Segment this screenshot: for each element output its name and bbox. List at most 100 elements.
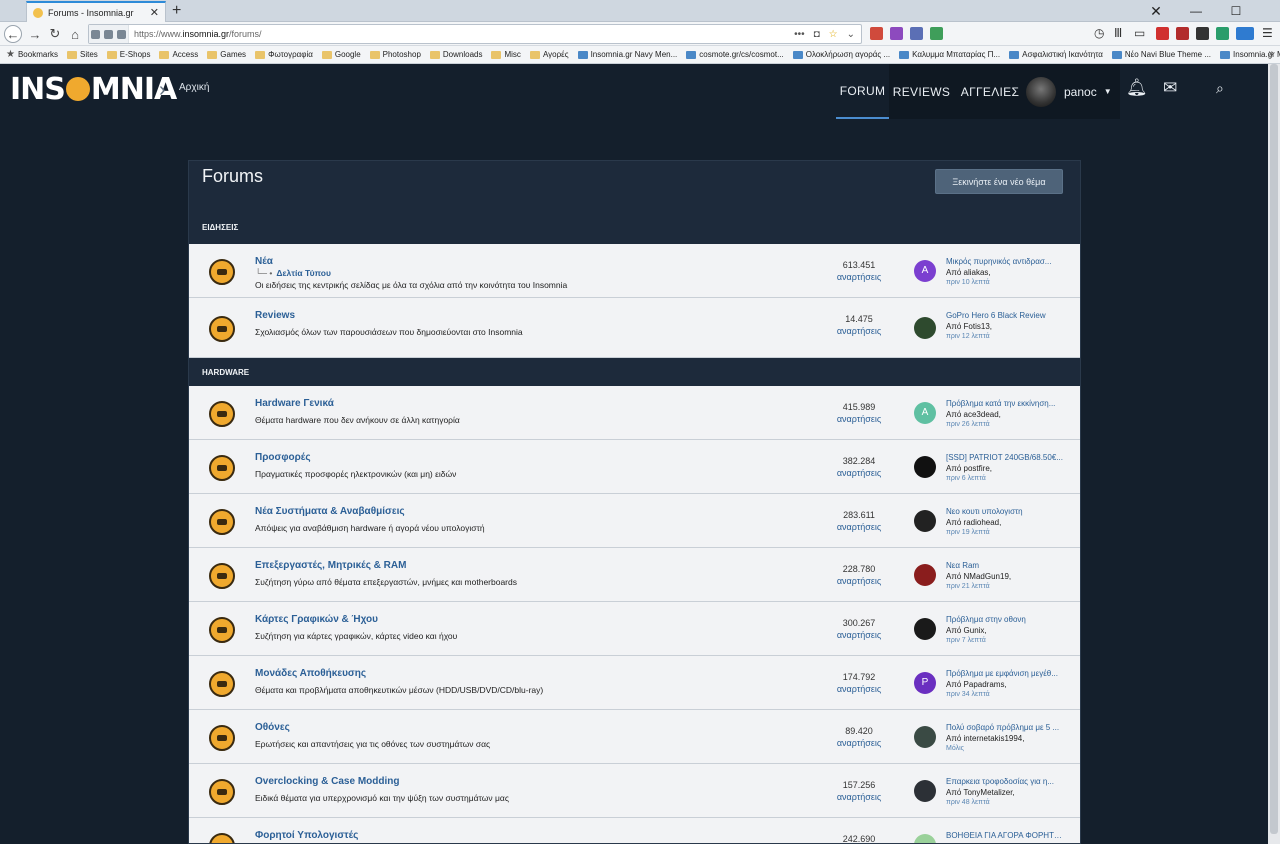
- history-icon[interactable]: ◷: [1094, 26, 1104, 40]
- avatar[interactable]: [914, 617, 936, 640]
- maximize-icon[interactable]: ☐: [1216, 0, 1256, 22]
- forum-title[interactable]: Κάρτες Γραφικών & Ήχου: [255, 614, 378, 625]
- page-actions-icon[interactable]: •••: [794, 29, 805, 40]
- latest-thread-link[interactable]: Νεο κουτι υπολογιστη: [946, 507, 1066, 516]
- nav-forum[interactable]: FORUM: [836, 64, 889, 119]
- avatar[interactable]: [914, 563, 936, 586]
- bookmark-item[interactable]: Αγορές: [529, 50, 569, 59]
- forum-title[interactable]: Μονάδες Αποθήκευσης: [255, 668, 366, 679]
- forward-button[interactable]: →: [26, 25, 44, 43]
- pocket-icon[interactable]: ◘: [814, 29, 820, 40]
- extension-icon[interactable]: [870, 27, 883, 40]
- forum-row[interactable]: Νέα Συστήματα & Αναβαθμίσεις Απόψεις για …: [189, 494, 1080, 548]
- extension-icon[interactable]: [890, 27, 903, 40]
- latest-thread-link[interactable]: Πρόβλημα με εμφάνιση μεγέθ...: [946, 669, 1066, 678]
- forum-title[interactable]: Νέα Συστήματα & Αναβαθμίσεις: [255, 506, 405, 517]
- forum-title[interactable]: Φορητοί Υπολογιστές: [255, 830, 358, 841]
- bookmark-item[interactable]: Sites: [66, 50, 98, 59]
- new-thread-button[interactable]: Ξεκινήστε ένα νέο θέμα: [935, 169, 1063, 194]
- latest-author[interactable]: Από NMadGun19,: [946, 572, 1011, 581]
- forum-row[interactable]: Νέα └─ • Δελτία Τύπου Οι ειδήσεις της κεντρ…: [189, 244, 1080, 298]
- latest-thread-link[interactable]: ΒΟΗΘΕΙΑ ΓΙΑ ΑΓΟΡΑ ΦΟΡΗΤΟΥ ...: [946, 831, 1066, 840]
- bookmark-item[interactable]: Google: [321, 50, 361, 59]
- dropdown-arrow-icon[interactable]: ⌄: [847, 29, 855, 40]
- sidebar-icon[interactable]: ▭: [1134, 26, 1145, 40]
- category-header[interactable]: ΕΙΔΗΣΕΙΣ: [189, 213, 1080, 241]
- forum-title[interactable]: Hardware Γενικά: [255, 398, 334, 409]
- forum-title[interactable]: Επεξεργαστές, Μητρικές & RAM: [255, 560, 406, 571]
- reload-button[interactable]: ↻: [46, 25, 64, 43]
- forum-title[interactable]: Οθόνες: [255, 722, 290, 733]
- bookmark-item[interactable]: Games: [207, 50, 246, 59]
- search-icon[interactable]: ⌕: [1216, 80, 1224, 97]
- avatar[interactable]: [914, 725, 936, 748]
- forum-title[interactable]: Reviews: [255, 310, 295, 321]
- bookmark-item[interactable]: Νέο Navi Blue Theme ...: [1111, 50, 1211, 59]
- bookmark-item[interactable]: Insomnia.gr Navy Men...: [577, 50, 677, 59]
- avatar[interactable]: [914, 455, 936, 478]
- bookmark-item[interactable]: Photoshop: [369, 50, 421, 59]
- address-bar[interactable]: https://www.insomnia.gr/forums/ ••• ◘ ☆ …: [88, 24, 862, 44]
- browser-tab[interactable]: Forums - Insomnia.gr ✕: [26, 1, 166, 22]
- latest-author[interactable]: Από radiohead,: [946, 518, 1001, 527]
- extension-icon[interactable]: [930, 27, 943, 40]
- extension-icon[interactable]: [1156, 27, 1169, 40]
- bookmark-item[interactable]: Φωτογραφία: [255, 50, 313, 59]
- avatar[interactable]: [914, 509, 936, 532]
- avatar[interactable]: A: [914, 259, 936, 282]
- bookmark-item[interactable]: E-Shops: [106, 50, 150, 59]
- latest-author[interactable]: Από aliakas,: [946, 268, 991, 277]
- latest-author[interactable]: Από TonyMetalizer,: [946, 788, 1015, 797]
- extension-icon[interactable]: [1196, 27, 1209, 40]
- category-header[interactable]: HARDWARE: [189, 358, 1080, 386]
- minimize-icon[interactable]: —: [1176, 0, 1216, 22]
- latest-author[interactable]: Από Fotis13,: [946, 322, 992, 331]
- avatar[interactable]: [914, 833, 936, 843]
- breadcrumb[interactable]: Αρχική: [179, 82, 209, 93]
- latest-thread-link[interactable]: Πρόβλημα κατά την εκκίνηση...: [946, 399, 1066, 408]
- subforum-link[interactable]: └─ • Δελτία Τύπου: [255, 268, 331, 278]
- extension-icon[interactable]: [1216, 27, 1229, 40]
- back-button[interactable]: ←: [4, 25, 22, 43]
- forum-title[interactable]: Overclocking & Case Modding: [255, 776, 399, 787]
- forum-row[interactable]: Οθόνες Ερωτήσεις και απαντήσεις για τις ο…: [189, 710, 1080, 764]
- extension-icon[interactable]: [1176, 27, 1189, 40]
- extension-icon[interactable]: [1236, 27, 1254, 40]
- nav-classifieds[interactable]: ΑΓΓΕΛΙΕΣ: [954, 64, 1026, 119]
- close-icon[interactable]: ✕: [1136, 0, 1176, 22]
- user-menu[interactable]: panoc ▼: [1024, 64, 1120, 119]
- bookmark-item[interactable]: cosmote.gr/cs/cosmot...: [686, 50, 784, 59]
- bookmark-item[interactable]: Ασφαλιστική Ικανότητα: [1009, 50, 1103, 59]
- bookmark-item[interactable]: Misc: [491, 50, 521, 59]
- avatar[interactable]: [914, 316, 936, 339]
- scrollbar-thumb[interactable]: [1270, 64, 1278, 834]
- bookmark-item[interactable]: ★ Bookmarks: [6, 49, 58, 60]
- bell-icon[interactable]: 🔔︎: [1126, 78, 1148, 98]
- extension-icon[interactable]: [910, 27, 923, 40]
- bookmark-item[interactable]: Ολοκλήρωση αγοράς ...: [792, 50, 890, 59]
- latest-author[interactable]: Από Papadrams,: [946, 680, 1007, 689]
- forum-row[interactable]: Επεξεργαστές, Μητρικές & RAM Συζήτηση γύρ…: [189, 548, 1080, 602]
- menu-icon[interactable]: ☰: [1262, 26, 1273, 40]
- latest-author[interactable]: Από internetakis1994,: [946, 734, 1024, 743]
- forum-title[interactable]: Νέα: [255, 256, 273, 267]
- library-icon[interactable]: Ⅲ: [1114, 26, 1122, 40]
- site-identity[interactable]: [89, 25, 129, 43]
- avatar[interactable]: [914, 779, 936, 802]
- page-scrollbar[interactable]: [1268, 64, 1280, 844]
- mail-icon[interactable]: ✉: [1163, 78, 1177, 98]
- bookmark-star-icon[interactable]: ☆: [829, 29, 838, 40]
- bookmark-item[interactable]: Downloads: [429, 50, 482, 59]
- latest-thread-link[interactable]: [SSD] PATRIOT 240GB/68.50€...: [946, 453, 1066, 462]
- forum-row[interactable]: Hardware Γενικά Θέματα hardware που δεν α…: [189, 386, 1080, 440]
- home-button[interactable]: ⌂: [66, 25, 84, 43]
- latest-author[interactable]: Από postfire,: [946, 464, 992, 473]
- avatar[interactable]: A: [914, 401, 936, 424]
- forum-row[interactable]: Reviews Σχολιασμός όλων των παρουσιάσεων …: [189, 298, 1080, 358]
- forum-row[interactable]: Προσφορές Πραγματικές προσφορές ηλεκτρονι…: [189, 440, 1080, 494]
- forum-row[interactable]: Φορητοί Υπολογιστές 242.690 ΒΟΗΘΕΙΑ ΓΙΑ ΑΓ…: [189, 818, 1080, 843]
- close-tab-icon[interactable]: ✕: [150, 6, 159, 19]
- latest-thread-link[interactable]: GoPro Hero 6 Black Review: [946, 311, 1066, 320]
- latest-author[interactable]: Από ace3dead,: [946, 410, 1001, 419]
- latest-thread-link[interactable]: Πολύ σοβαρό πρόβλημα με 5 ...: [946, 723, 1066, 732]
